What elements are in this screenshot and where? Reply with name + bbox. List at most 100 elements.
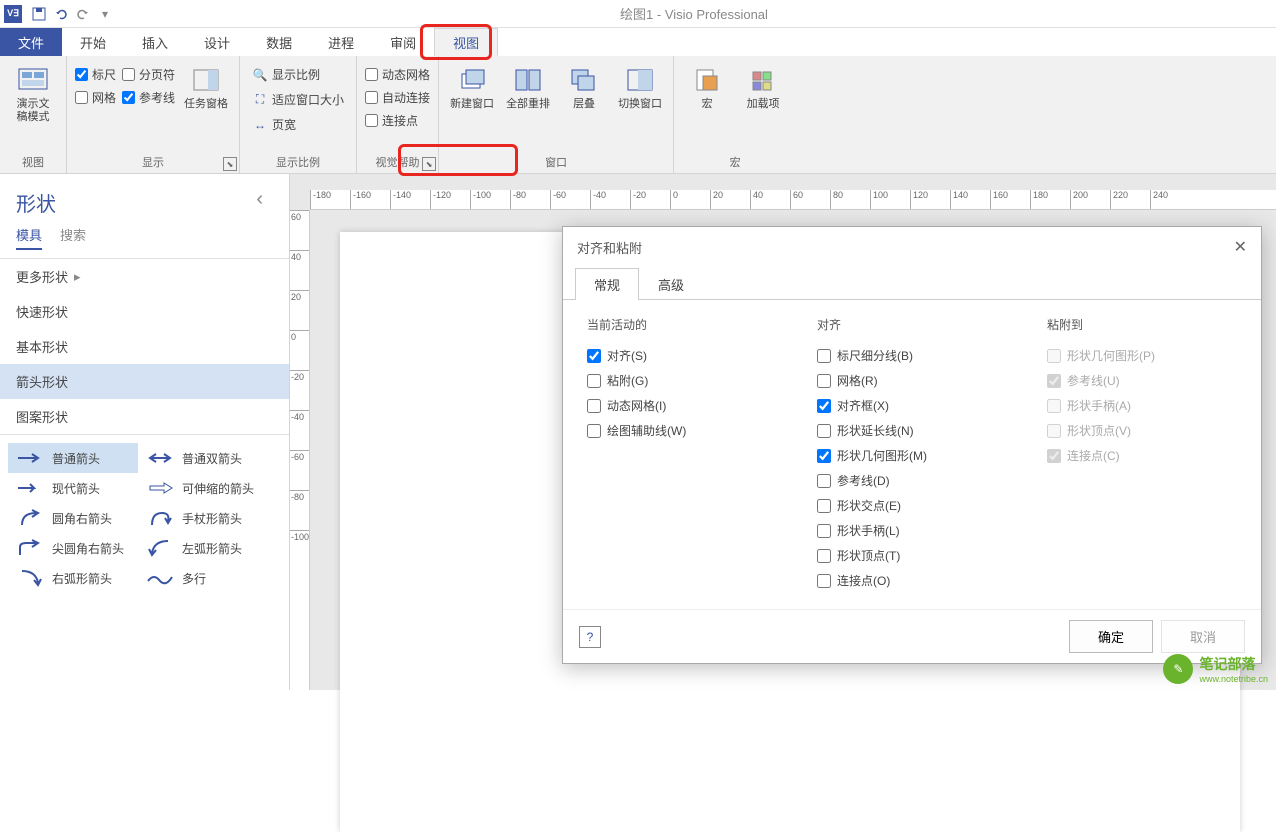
macro-button[interactable]: 宏 (682, 60, 732, 111)
arrow-icon (16, 449, 44, 467)
visual-aids-launcher[interactable]: ⬊ (422, 157, 436, 171)
dialog-tabs: 常规 高级 (563, 267, 1261, 300)
chk-box[interactable]: 对齐框(X) (817, 393, 1007, 418)
addin-icon (747, 64, 779, 96)
tab-review[interactable]: 审阅 (372, 28, 434, 56)
fit-window-button[interactable]: ⛶适应窗口大小 (248, 89, 348, 110)
chk-glue[interactable]: 粘附(G) (587, 368, 777, 393)
chk-connpt2[interactable]: 连接点(O) (817, 568, 1007, 593)
subtab-search[interactable]: 搜索 (60, 225, 86, 250)
redo-icon[interactable] (72, 3, 94, 25)
chk-guides2[interactable]: 参考线(D) (817, 468, 1007, 493)
group-zoom: 🔍显示比例 ⛶适应窗口大小 ↔页宽 显示比例 (240, 56, 357, 173)
ok-button[interactable]: 确定 (1069, 620, 1153, 653)
col-glue-to: 粘附到 形状几何图形(P) 参考线(U) 形状手柄(A) 形状顶点(V) 连接点… (1047, 316, 1237, 593)
snap-glue-dialog: 对齐和粘附 ✕ 常规 高级 当前活动的 对齐(S) 粘附(G) 动态网格(I) … (562, 226, 1262, 664)
chk-snap[interactable]: 对齐(S) (587, 343, 777, 368)
ruler-vertical: 6040200-20-40-60-80-100 (290, 210, 310, 690)
checkbox-ruler[interactable]: 标尺 (75, 66, 116, 83)
shape-simple-arrow[interactable]: 普通箭头 (8, 443, 138, 473)
taskpane-button[interactable]: 任务窗格 (181, 60, 231, 111)
checkbox-guides[interactable]: 参考线 (122, 89, 175, 106)
width-icon: ↔ (252, 117, 268, 133)
group-visual-aids: 动态网格 自动连接 连接点 视觉帮助 ⬊ (357, 56, 439, 173)
new-window-button[interactable]: 新建窗口 (447, 60, 497, 111)
checkbox-pagebreak[interactable]: 分页符 (122, 66, 175, 83)
checkbox-connpt[interactable]: 连接点 (365, 112, 430, 129)
chk-grid2[interactable]: 网格(R) (817, 368, 1007, 393)
collapse-icon[interactable]: ‹ (256, 188, 273, 211)
chk-subdiv[interactable]: 标尺细分线(B) (817, 343, 1007, 368)
chk-drawaid[interactable]: 绘图辅助线(W) (587, 418, 777, 443)
cat-more[interactable]: 更多形状 ▸ (0, 259, 289, 294)
chk-handles[interactable]: 形状手柄(L) (817, 518, 1007, 543)
ruler-horizontal: -180-160-140-120-100-80-60-40-2002040608… (310, 190, 1276, 210)
chk-glue-geom: 形状几何图形(P) (1047, 343, 1237, 368)
save-icon[interactable] (28, 3, 50, 25)
cascade-button[interactable]: 层叠 (559, 60, 609, 111)
multiline-icon (146, 569, 174, 587)
dlg-tab-advanced[interactable]: 高级 (639, 268, 703, 300)
chk-vertex[interactable]: 形状顶点(T) (817, 543, 1007, 568)
checkbox-grid[interactable]: 网格 (75, 89, 116, 106)
qat-customize-icon[interactable]: ▾ (94, 3, 116, 25)
cancel-button[interactable]: 取消 (1161, 620, 1245, 653)
col-currently-active: 当前活动的 对齐(S) 粘附(G) 动态网格(I) 绘图辅助线(W) (587, 316, 777, 593)
tab-insert[interactable]: 插入 (124, 28, 186, 56)
zoom-button[interactable]: 🔍显示比例 (248, 64, 348, 85)
subtab-stencils[interactable]: 模具 (16, 225, 42, 250)
tab-process[interactable]: 进程 (310, 28, 372, 56)
help-icon[interactable]: ? (579, 626, 601, 648)
shape-cane-arrow[interactable]: 手杖形箭头 (138, 503, 268, 533)
shape-right-arc[interactable]: 右弧形箭头 (8, 563, 138, 593)
close-icon[interactable]: ✕ (1234, 237, 1247, 257)
shape-multiline[interactable]: 多行 (138, 563, 268, 593)
addin-button[interactable]: 加载项 (738, 60, 788, 111)
tab-data[interactable]: 数据 (248, 28, 310, 56)
checkbox-dyngrid[interactable]: 动态网格 (365, 66, 430, 83)
cane-arrow-icon (146, 509, 174, 527)
undo-icon[interactable] (50, 3, 72, 25)
group-show: 标尺 网格 分页符 参考线 任务窗格 显示 ⬊ (67, 56, 240, 173)
tab-home[interactable]: 开始 (62, 28, 124, 56)
chk-dyngrid[interactable]: 动态网格(I) (587, 393, 777, 418)
ribbon-tabs: 文件 开始 插入 设计 数据 进程 审阅 视图 (0, 28, 1276, 56)
arrange-all-button[interactable]: 全部重排 (503, 60, 553, 111)
shape-modern-arrow[interactable]: 现代箭头 (8, 473, 138, 503)
cat-arrow[interactable]: 箭头形状 (0, 364, 289, 399)
chk-inter[interactable]: 形状交点(E) (817, 493, 1007, 518)
presentation-mode-button[interactable]: 演示文 稿模式 (8, 60, 58, 124)
presentation-icon (17, 64, 49, 96)
shape-gallery: 普通箭头 普通双箭头 现代箭头 可伸缩的箭头 圆角右箭头 手杖形箭头 尖圆角右箭… (0, 435, 289, 601)
shape-double-arrow[interactable]: 普通双箭头 (138, 443, 268, 473)
cat-quick[interactable]: 快速形状 (0, 294, 289, 329)
shape-rounded-right[interactable]: 圆角右箭头 (8, 503, 138, 533)
tab-file[interactable]: 文件 (0, 28, 62, 56)
tab-design[interactable]: 设计 (186, 28, 248, 56)
dlg-tab-general[interactable]: 常规 (575, 268, 639, 300)
chk-ext[interactable]: 形状延长线(N) (817, 418, 1007, 443)
right-arc-icon (16, 569, 44, 587)
show-launcher[interactable]: ⬊ (223, 157, 237, 171)
arrange-icon (512, 64, 544, 96)
shape-pointed-round[interactable]: 尖圆角右箭头 (8, 533, 138, 563)
double-arrow-icon (146, 449, 174, 467)
group-view: 演示文 稿模式 视图 (0, 56, 67, 173)
watermark: ✎ 笔记部落 www.notetribe.cn (1163, 654, 1268, 684)
dialog-footer: ? 确定 取消 (563, 609, 1261, 663)
cat-basic[interactable]: 基本形状 (0, 329, 289, 364)
tab-view[interactable]: 视图 (434, 28, 498, 56)
checkbox-autoconn[interactable]: 自动连接 (365, 89, 430, 106)
shape-left-arc[interactable]: 左弧形箭头 (138, 533, 268, 563)
group-window: 新建窗口 全部重排 层叠 切换窗口 窗口 (439, 56, 674, 173)
shapes-subtabs: 模具 搜索 (0, 225, 289, 259)
chk-glue-guides: 参考线(U) (1047, 368, 1237, 393)
shape-stretch-arrow[interactable]: 可伸缩的箭头 (138, 473, 268, 503)
cat-pattern[interactable]: 图案形状 (0, 399, 289, 435)
chk-geom[interactable]: 形状几何图形(M) (817, 443, 1007, 468)
page-width-button[interactable]: ↔页宽 (248, 114, 348, 135)
switch-window-button[interactable]: 切换窗口 (615, 60, 665, 111)
switch-icon (624, 64, 656, 96)
chk-glue-connpt: 连接点(C) (1047, 443, 1237, 468)
chk-glue-vertex: 形状顶点(V) (1047, 418, 1237, 443)
